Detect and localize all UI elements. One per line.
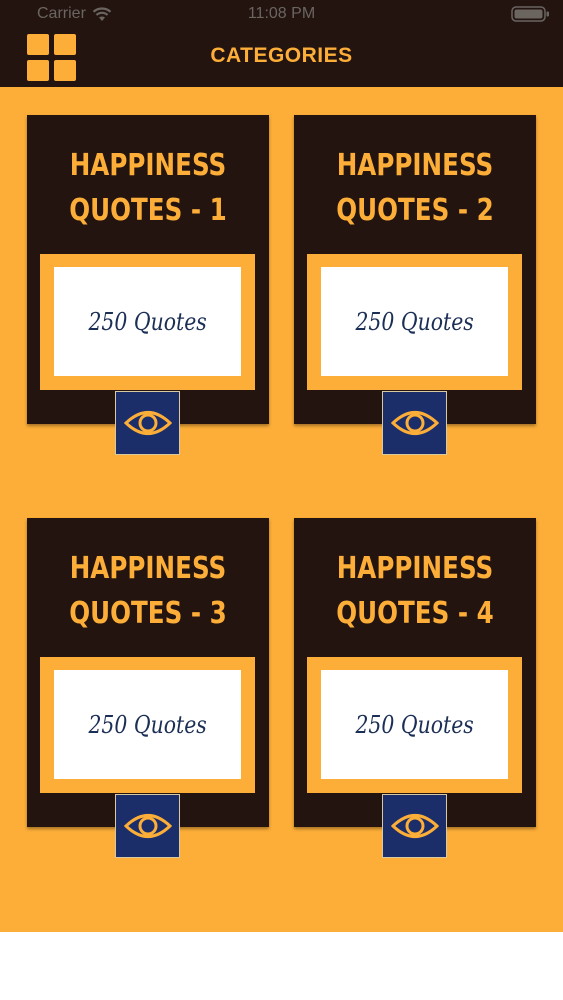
quote-count: 250 Quotes: [355, 710, 474, 739]
quote-count: 250 Quotes: [88, 307, 207, 336]
eye-icon: [390, 411, 439, 435]
category-title: HAPPINESS QUOTES - 3: [69, 551, 227, 631]
quote-count: 250 Quotes: [355, 307, 474, 336]
category-title: HAPPINESS QUOTES - 2: [336, 148, 494, 228]
category-title: HAPPINESS QUOTES - 4: [336, 551, 494, 631]
category-card-2[interactable]: HAPPINESS QUOTES - 2 250 Quotes: [294, 115, 536, 455]
view-button[interactable]: [382, 391, 447, 455]
status-time: 11:08 PM: [247, 5, 316, 22]
count-frame: 250 Quotes: [40, 254, 255, 390]
status-bar: Carrier 11:08 PM: [0, 0, 563, 28]
view-button[interactable]: [115, 391, 180, 455]
app-screen: Carrier 11:08 PM CATEGORIES HAPPINESS QU…: [0, 0, 563, 932]
count-box: 250 Quotes: [321, 670, 508, 779]
page-title: CATEGORIES: [210, 44, 353, 67]
count-box: 250 Quotes: [54, 670, 241, 779]
view-button[interactable]: [115, 794, 180, 858]
quote-count: 250 Quotes: [88, 710, 207, 739]
category-card-1[interactable]: HAPPINESS QUOTES - 1 250 Quotes: [27, 115, 269, 455]
count-frame: 250 Quotes: [307, 657, 522, 793]
count-frame: 250 Quotes: [40, 657, 255, 793]
top-bar: Carrier 11:08 PM CATEGORIES: [0, 0, 563, 87]
eye-icon: [390, 814, 439, 838]
category-card-3[interactable]: HAPPINESS QUOTES - 3 250 Quotes: [27, 518, 269, 858]
count-frame: 250 Quotes: [307, 254, 522, 390]
eye-icon: [123, 411, 172, 435]
category-card-4[interactable]: HAPPINESS QUOTES - 4 250 Quotes: [294, 518, 536, 858]
view-button[interactable]: [382, 794, 447, 858]
count-box: 250 Quotes: [321, 267, 508, 376]
eye-icon: [123, 814, 172, 838]
category-title: HAPPINESS QUOTES - 1: [69, 148, 227, 228]
count-box: 250 Quotes: [54, 267, 241, 376]
battery-icon: [511, 6, 549, 22]
